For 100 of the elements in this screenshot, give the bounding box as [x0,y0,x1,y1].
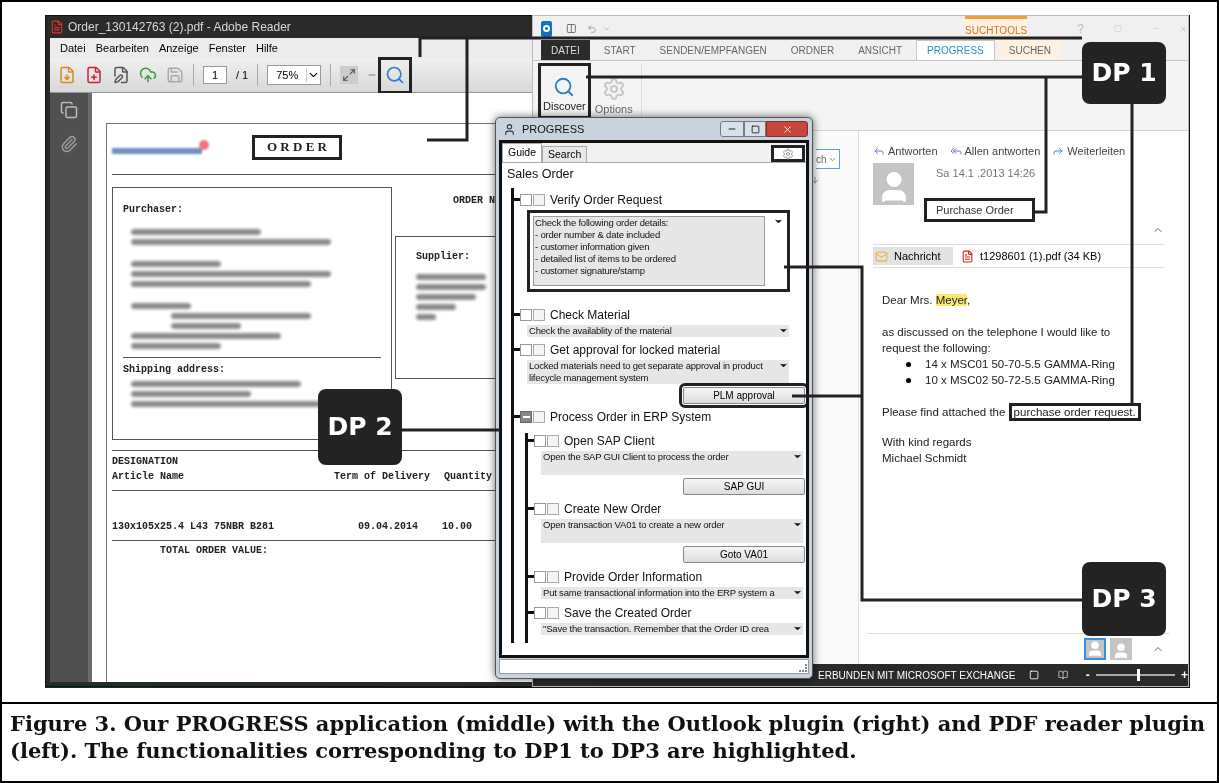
search-scope-field[interactable]: ch [816,149,840,169]
step-title: Check Material [550,306,631,324]
step-title: Create New Order [564,500,662,518]
redacted-text [131,303,191,309]
callout-badge: DP 1 [1082,42,1166,104]
minimize-button[interactable] [720,121,744,137]
paperclip-icon[interactable] [60,135,78,153]
reply-all-icon [949,145,962,157]
tree-node-box [534,570,546,583]
normal-view-icon[interactable] [1029,669,1040,681]
maximize-button[interactable] [744,121,766,137]
redacted-text [171,323,241,329]
maximize-icon [750,124,760,134]
edit-file-icon[interactable] [112,66,130,84]
column-header: Term of Delivery [334,470,431,484]
pdf-file-icon [961,249,974,263]
mail-regards: With kind regards [882,435,973,450]
order-number-label: ORDER N [453,194,496,208]
ribbon-tab[interactable]: PROGRESS [916,40,995,60]
redacted-text [416,304,456,310]
message-attachment-tab[interactable]: Nachricht [873,247,953,265]
step-checkbox[interactable] [547,434,559,447]
zoom-slider[interactable] [1095,669,1175,681]
mail-action-link[interactable]: Allen antworten [949,142,1041,160]
step-checkbox[interactable] [547,606,559,619]
window-layout-icon[interactable] [566,21,578,36]
step-checkbox[interactable] [547,570,559,583]
close-button[interactable] [766,121,808,137]
ribbon-tab[interactable]: ORDNER [780,40,845,60]
step-checkbox[interactable] [533,193,545,206]
reading-view-icon[interactable] [1057,669,1068,681]
process-title: Sales Order [507,166,575,183]
menu-item[interactable]: Bearbeiten [95,39,149,57]
person-icon [1086,640,1104,658]
ribbon-tab[interactable]: SENDEN/EMPFANGEN [649,40,777,60]
step-title: Get approval for locked material [550,341,721,359]
step-title: Verify Order Request [550,191,663,209]
menu-item[interactable]: Fenster [208,39,246,57]
step-description: Put same transactional information into the ERP system a [541,586,803,599]
ribbon-tab[interactable]: SUCHEN [998,40,1061,60]
open-file-icon[interactable] [58,66,76,84]
mail-subject: Purchase Order [924,197,1036,222]
step-description: Check the availablity of the material [527,324,789,337]
reply-icon [873,145,885,157]
step-action-button[interactable]: SAP GUI [683,477,805,495]
shipping-address-label: Shipping address: [123,363,227,377]
zoom-out-button[interactable]: - [1085,666,1090,684]
sort-arrow-icon[interactable] [810,175,820,185]
mail-action-link[interactable]: Antworten [873,142,938,160]
panel-tab[interactable]: Search [542,146,588,162]
gear-icon [782,147,794,160]
outlook-logo-icon [541,20,553,37]
step-checkbox[interactable] [533,410,545,423]
full-screen-icon[interactable] [340,66,359,84]
step-title: Save the Created Order [564,604,692,622]
menu-item[interactable]: Datei [60,39,86,57]
create-file-icon[interactable] [85,66,103,84]
redacted-text [416,284,486,290]
step-checkbox[interactable] [533,343,545,356]
redacted-text [416,294,476,300]
pages-icon[interactable] [60,101,78,119]
ribbon-tab[interactable]: DATEI [541,40,590,60]
envelope-icon [875,249,888,263]
greeting: Dear Mrs. Meyer, [882,293,972,308]
zoom-select[interactable]: 75% [267,65,322,85]
zoom-in-button[interactable]: + [1181,666,1188,684]
column-header: DESIGNATION Article Name [112,455,185,484]
close-icon [781,123,793,135]
zoom-slider-thumb[interactable] [1136,669,1140,681]
menu-item[interactable]: Anzeige [158,39,199,57]
step-checkbox[interactable] [533,308,545,321]
resize-grip-icon[interactable] [799,664,807,672]
column-header: Quantity [444,470,492,484]
collapse-toggle[interactable] [520,410,532,423]
redacted-text [416,274,486,280]
tree-node-box [520,193,532,206]
ribbon-tab[interactable]: START [593,40,646,60]
step-description: Open transaction VA01 to create a new order [541,518,803,543]
mail-signature: Michael Schmidt [882,451,968,466]
panel-tab[interactable]: Guide [502,143,543,162]
save-icon[interactable] [166,66,184,84]
contact-avatar[interactable] [1110,638,1132,660]
attachment-pdf[interactable]: t1298601 (1).pdf (34 KB) [959,247,1104,265]
menu-item[interactable]: Hilfe [255,39,278,57]
ribbon-tab[interactable]: ANSICHT [848,40,913,60]
mail-intro: as discussed on the telephone I would like to request the following: [882,325,1112,356]
window-title: Order_130142763 (2).pdf - Adobe Reader [68,19,291,36]
step-description: "Save the transaction. Remember that the Order ID crea [541,622,803,635]
gear-icon [601,76,626,101]
mail-action-link[interactable]: Weiterleiten [1052,142,1126,160]
supplier-label: Supplier: [416,250,471,264]
step-checkbox[interactable] [547,502,559,515]
table-cell-text: 10.00 [442,520,472,534]
total-label: TOTAL ORDER VALUE: [160,544,270,558]
redacted-text [416,314,436,320]
cloud-upload-icon[interactable] [139,66,157,84]
step-action-button[interactable]: Goto VA01 [683,545,805,563]
settings-button[interactable] [771,145,805,162]
contact-avatar[interactable] [1084,638,1106,660]
page-number-field[interactable]: 1 [203,65,227,85]
